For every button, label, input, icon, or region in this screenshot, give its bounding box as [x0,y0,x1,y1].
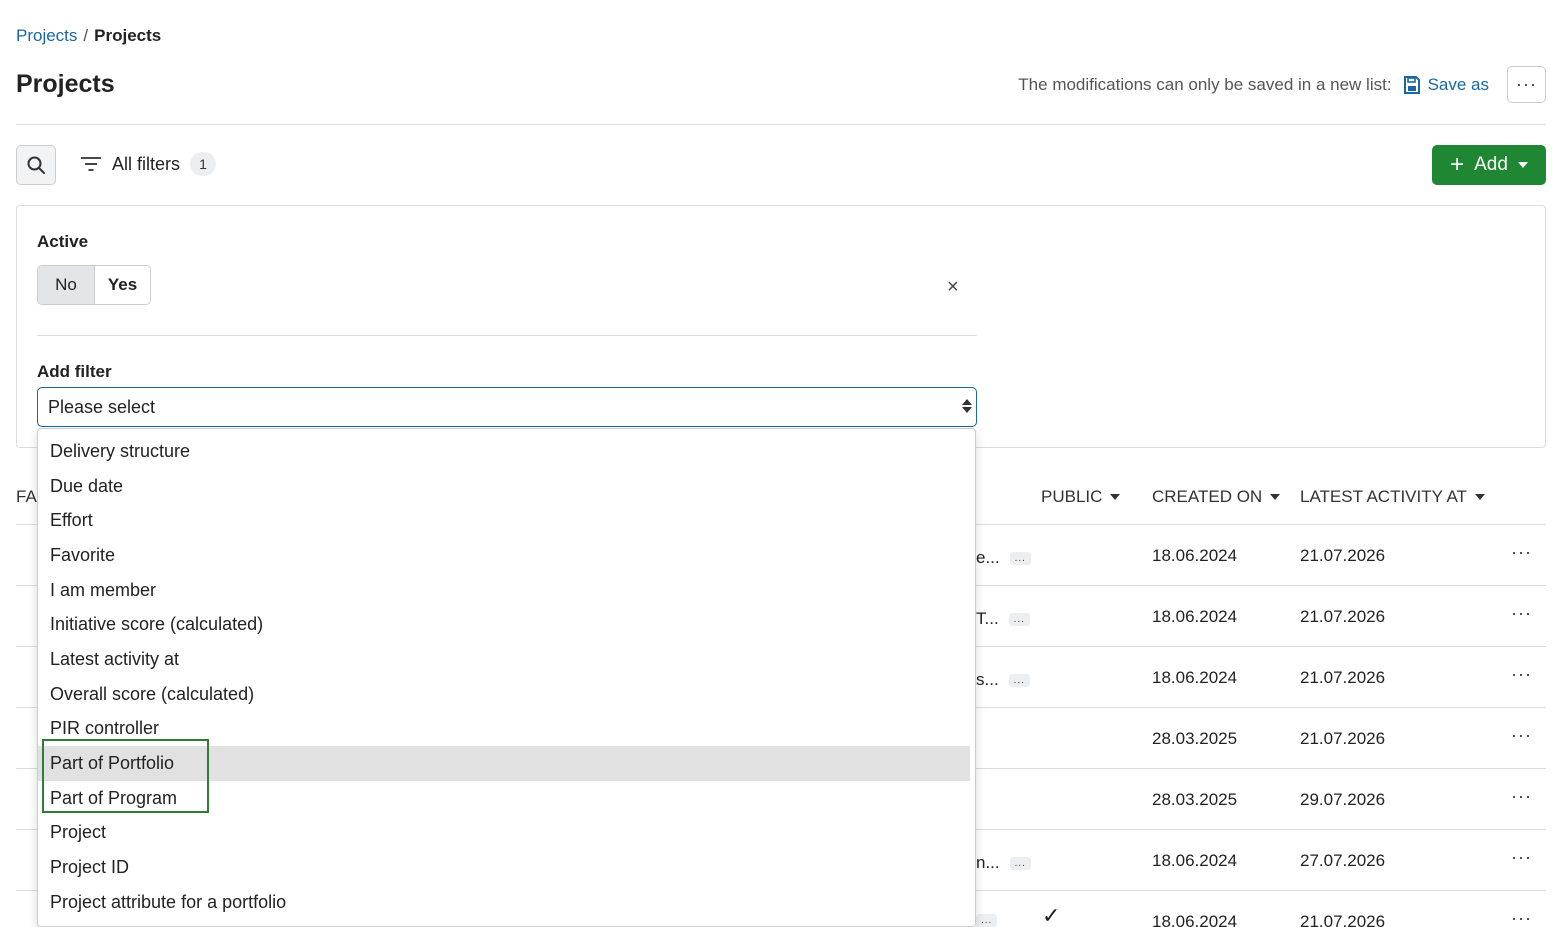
add-filter-select[interactable]: Please select [37,387,977,427]
truncated-text: T... [976,609,999,628]
active-toggle-group: No Yes [37,265,151,305]
filter-icon [81,157,101,171]
expand-chip[interactable]: ... [976,914,998,927]
dropdown-option-part-of-portfolio[interactable]: Part of Portfolio [38,746,970,781]
page-title: Projects [16,70,115,98]
remove-filter-icon[interactable]: × [947,276,959,299]
expand-chip[interactable]: ... [1008,612,1031,626]
row-menu-button[interactable]: ··· [1511,603,1532,624]
created-on-cell: 18.06.2024 [1152,546,1238,565]
row-menu-button[interactable]: ··· [1511,786,1532,807]
breadcrumb-current: Projects [94,26,162,45]
expand-chip[interactable]: ... [1009,551,1031,565]
latest-activity-cell: 21.07.2026 [1300,607,1386,626]
latest-activity-cell: 29.07.2026 [1300,790,1386,809]
truncated-cell: s...... [976,670,1031,690]
dropdown-option[interactable]: Favorite [38,538,970,573]
latest-activity-cell: 21.07.2026 [1300,668,1386,687]
row-menu-button[interactable]: ··· [1511,664,1532,685]
latest-activity-cell: 21.07.2026 [1300,912,1386,927]
save-as-label: Save as [1427,74,1489,94]
truncated-text: e... [976,548,1000,567]
row-menu-button[interactable]: ··· [1511,847,1532,868]
more-actions-button[interactable]: ··· [1507,66,1546,103]
header-divider [16,124,1546,125]
dropdown-option-part-of-program[interactable]: Part of Program [38,781,970,816]
created-on-cell: 28.03.2025 [1152,729,1238,748]
column-header-created-on[interactable]: CREATED ON [1152,487,1281,507]
latest-activity-cell: 27.07.2026 [1300,851,1386,870]
save-icon [1403,75,1420,94]
dropdown-option[interactable]: Due date [38,469,970,504]
all-filters-label: All filters [112,153,181,174]
dropdown-option[interactable]: Latest activity at [38,642,970,677]
dropdown-option[interactable]: Project [38,816,970,851]
header-actions: The modifications can only be saved in a… [1018,66,1546,103]
latest-activity-cell: 21.07.2026 [1300,729,1386,748]
truncated-text: n... [976,853,1000,872]
save-as-button[interactable]: Save as [1402,75,1489,95]
all-filters-toggle[interactable]: All filters 1 [80,152,217,176]
sort-caret-icon [1474,494,1485,500]
created-on-cell: 18.06.2024 [1152,668,1238,687]
caret-down-icon [1517,162,1528,168]
truncated-cell: T...... [976,609,1031,629]
breadcrumb: Projects / Projects [16,26,161,46]
created-on-cell: 18.06.2024 [1152,851,1238,870]
dropdown-option[interactable]: Overall score (calculated) [38,677,970,712]
column-header-latest-activity-label: LATEST ACTIVITY AT [1300,487,1467,506]
expand-chip[interactable]: ... [1008,673,1031,687]
public-check-icon: ✓ [1042,903,1061,927]
active-option-no[interactable]: No [38,266,94,304]
search-icon [27,156,45,174]
dropdown-option[interactable]: Delivery structure [38,434,970,469]
column-header-public-label: PUBLIC [1041,487,1103,506]
truncated-text: s... [976,670,999,689]
add-button[interactable]: + Add [1432,145,1546,185]
active-option-yes[interactable]: Yes [94,266,150,304]
dropdown-option[interactable]: Effort [38,503,970,538]
active-filter-label: Active [37,232,89,251]
column-header-favorite[interactable]: FA [16,487,37,507]
dropdown-option[interactable]: I am member [38,573,970,608]
filter-count-badge: 1 [190,152,217,176]
column-header-created-on-label: CREATED ON [1152,487,1263,506]
created-on-cell: 28.03.2025 [1152,790,1238,809]
sort-caret-icon [1110,494,1121,500]
select-value: Please select [48,396,156,417]
sort-caret-icon [1270,494,1281,500]
add-label: Add [1474,154,1508,175]
dropdown-option[interactable]: Project attribute for a portfolio [38,885,970,920]
created-on-cell: 18.06.2024 [1152,912,1238,927]
filter-panel: Active No Yes × Add filter Please select [16,205,1546,448]
add-filter-label: Add filter [37,362,112,381]
row-menu-button[interactable]: ··· [1511,542,1532,563]
dropdown-option[interactable]: Project ID [38,850,970,885]
breadcrumb-separator: / [83,26,89,45]
column-header-latest-activity[interactable]: LATEST ACTIVITY AT [1300,487,1485,507]
truncated-cell: n...... [976,853,1031,873]
row-menu-button[interactable]: ··· [1511,725,1532,746]
breadcrumb-link-projects[interactable]: Projects [16,26,77,46]
plus-icon: + [1450,151,1465,178]
search-button[interactable] [16,145,56,185]
modification-notice: The modifications can only be saved in a… [1018,74,1392,94]
select-arrows-icon [962,399,972,413]
column-header-public[interactable]: PUBLIC [1041,487,1121,507]
truncated-cell: ... [976,914,998,927]
dropdown-option[interactable]: Initiative score (calculated) [38,607,970,642]
expand-chip[interactable]: ... [1009,856,1031,870]
created-on-cell: 18.06.2024 [1152,607,1238,626]
truncated-cell: e...... [976,548,1031,568]
latest-activity-cell: 21.07.2026 [1300,546,1386,565]
row-menu-button[interactable]: ··· [1511,908,1532,927]
dropdown-option[interactable]: PIR controller [38,712,970,747]
panel-divider [37,335,977,336]
add-filter-dropdown: Delivery structure Due date Effort Favor… [37,428,976,927]
